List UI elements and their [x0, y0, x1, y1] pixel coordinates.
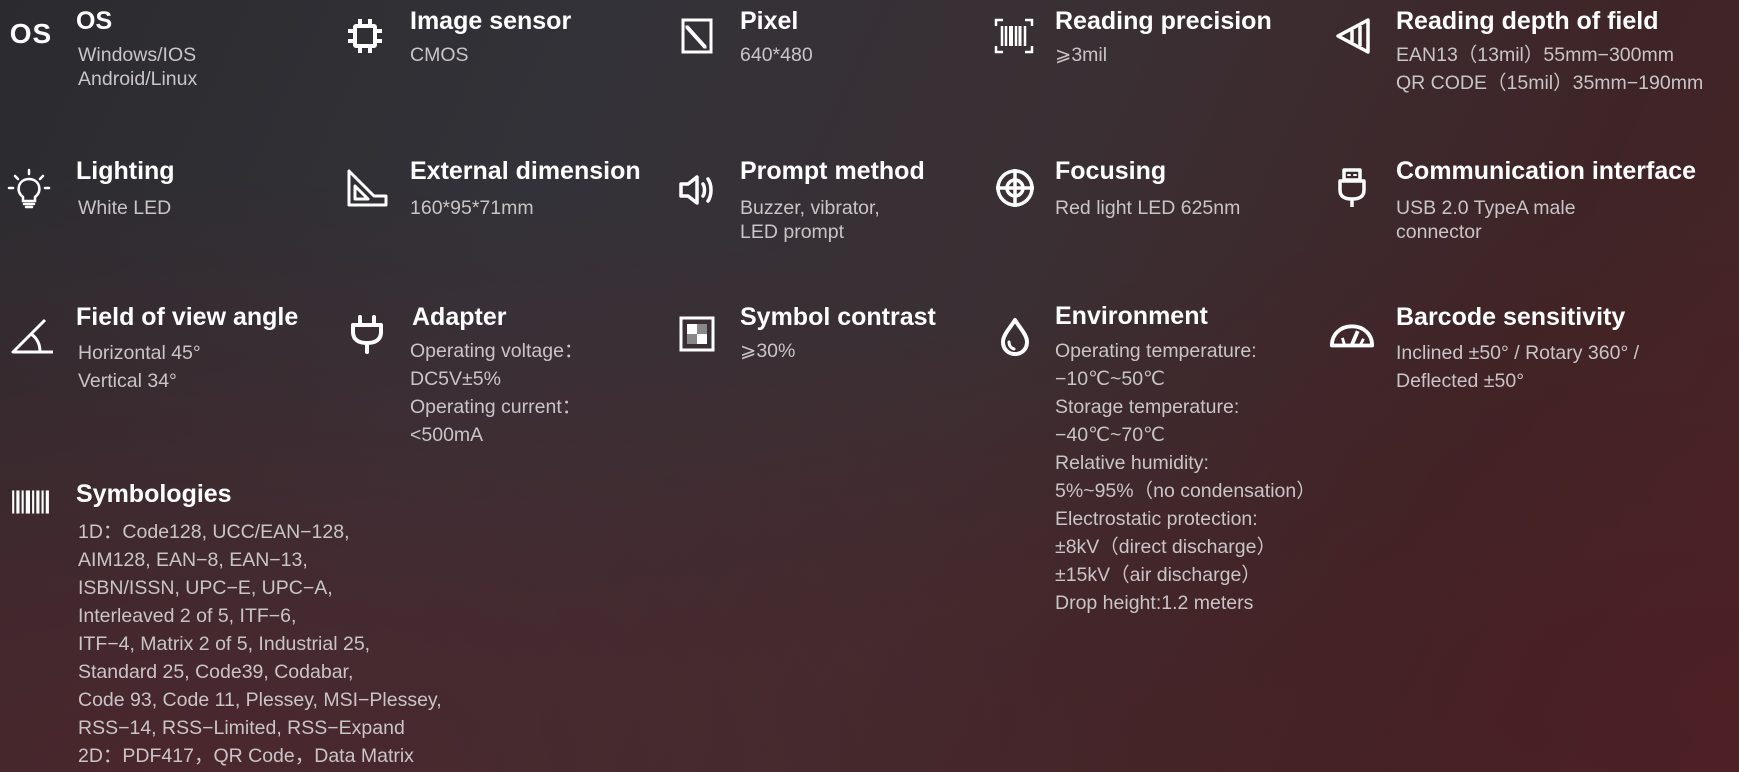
spec-title: Focusing — [1055, 157, 1167, 185]
spec-description: ⩾3mil — [1055, 44, 1108, 66]
spec-description: Windows/IOS Android/Linux — [78, 44, 198, 90]
spec-description: EAN13（13mil）55mm−300mm QR CODE（15mil）35m… — [1396, 44, 1704, 94]
crosshair-icon — [991, 164, 1039, 212]
barcode-scan-icon — [990, 12, 1038, 60]
chip-icon — [341, 12, 389, 60]
spec-description: CMOS — [410, 44, 469, 66]
light-bulb-icon — [5, 166, 53, 214]
spec-title: Communication interface — [1396, 157, 1697, 185]
spec-description: 640*480 — [740, 44, 813, 66]
spec-title: Reading depth of field — [1396, 7, 1659, 35]
spec-title: Image sensor — [410, 7, 572, 35]
protractor-icon — [1328, 310, 1376, 358]
spec-title: Barcode sensitivity — [1396, 303, 1626, 331]
spec-title: Reading precision — [1055, 7, 1272, 35]
depth-of-field-icon — [1330, 12, 1378, 60]
os-icon: OS — [3, 10, 59, 58]
speaker-icon — [673, 166, 721, 214]
spec-description: 160*95*71mm — [410, 197, 534, 219]
dimension-ruler-icon — [342, 164, 390, 212]
spec-title: OS — [76, 7, 113, 35]
angle-icon — [5, 312, 57, 360]
spec-title: Lighting — [76, 157, 175, 185]
spec-title: External dimension — [410, 157, 641, 185]
spec-title: Symbologies — [76, 480, 232, 508]
spec-description: White LED — [78, 197, 172, 219]
spec-description: Horizontal 45° Vertical 34° — [78, 342, 201, 392]
water-drop-icon — [991, 313, 1039, 361]
spec-title: Pixel — [740, 7, 799, 35]
spec-title: Environment — [1055, 302, 1208, 330]
os-icon-label: OS — [9, 18, 53, 49]
pixel-frame-icon — [673, 12, 721, 60]
power-plug-icon — [343, 310, 391, 358]
spec-description: ⩾30% — [740, 340, 796, 362]
spec-title: Symbol contrast — [740, 303, 936, 331]
usb-plug-icon — [1328, 164, 1376, 212]
spec-description: USB 2.0 TypeA male connector — [1396, 197, 1576, 243]
spec-description: Red light LED 625nm — [1055, 197, 1241, 219]
spec-description: Inclined ±50° / Rotary 360° / Deflected … — [1396, 342, 1640, 392]
barcode-icon — [6, 478, 54, 526]
spec-title: Adapter — [412, 303, 507, 331]
spec-description: Operating voltage： DC5V±5% Operating cur… — [410, 340, 584, 446]
spec-title: Field of view angle — [76, 303, 299, 331]
spec-description: Operating temperature: −10℃~50℃ Storage … — [1055, 340, 1316, 614]
contrast-square-icon — [673, 310, 721, 358]
spec-title: Prompt method — [740, 157, 925, 185]
spec-description: 1D：Code128, UCC/EAN−128, AIM128, EAN−8, … — [78, 521, 442, 767]
spec-description: Buzzer, vibrator, LED prompt — [740, 197, 880, 243]
